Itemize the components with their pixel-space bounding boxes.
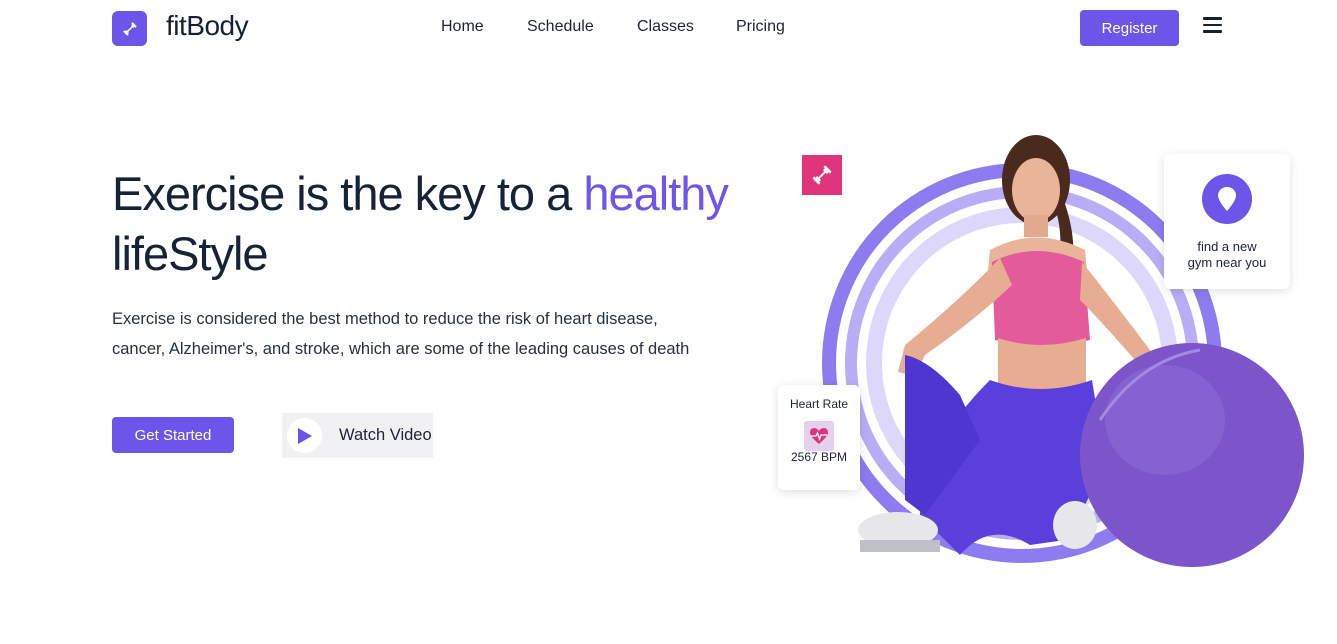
heart-rate-title: Heart Rate	[789, 397, 849, 411]
hero-illustration	[822, 135, 1304, 567]
heart-rate-card: Heart Rate 2567 BPM	[778, 385, 860, 490]
find-gym-text: find a new gym near you	[1164, 239, 1290, 271]
heart-pulse-icon	[810, 428, 828, 444]
dumbbell-icon	[812, 165, 832, 185]
heart-rate-value: 2567 BPM	[790, 450, 848, 464]
location-pin-icon	[1218, 187, 1236, 211]
dumbbell-badge	[802, 155, 842, 195]
heart-pulse-icon-box	[804, 421, 834, 451]
find-gym-line1: find a new	[1197, 239, 1257, 254]
find-gym-card[interactable]: find a new gym near you	[1164, 154, 1290, 289]
location-pin-button[interactable]	[1202, 174, 1252, 224]
find-gym-line2: gym near you	[1187, 255, 1267, 270]
